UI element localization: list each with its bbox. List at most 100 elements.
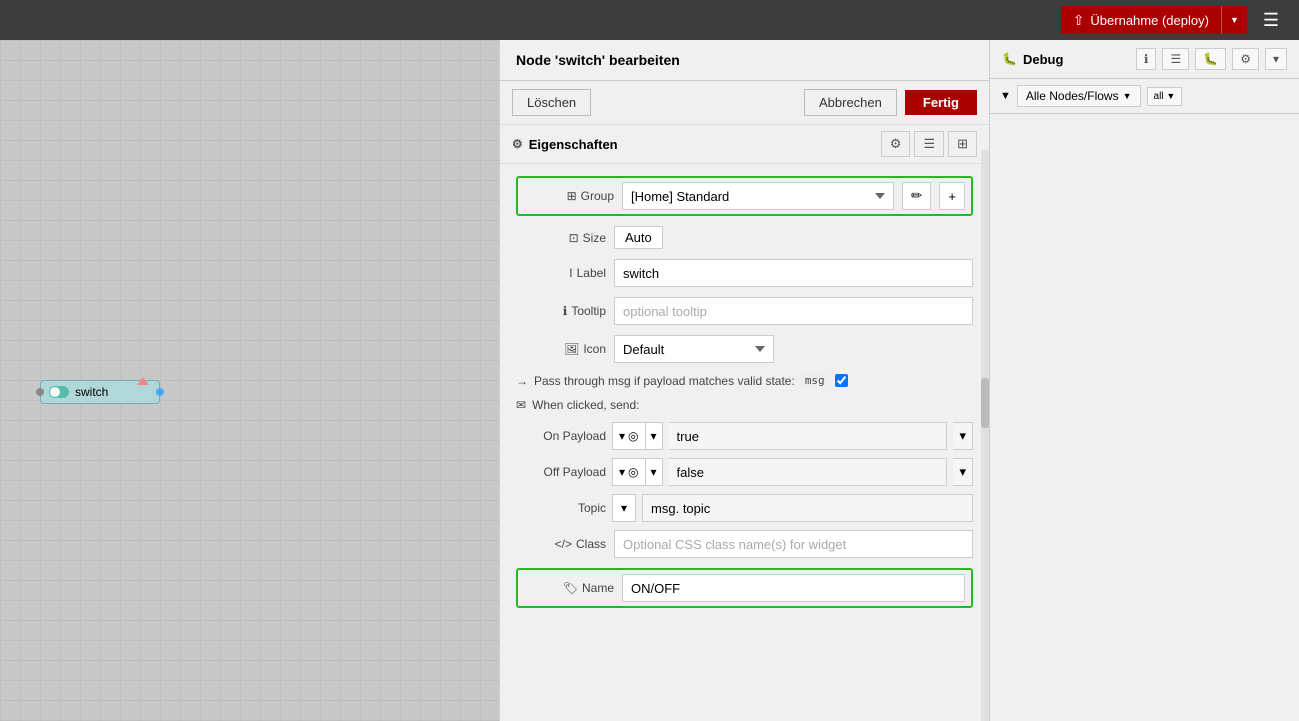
label-input[interactable] (614, 259, 973, 287)
table-icon: ⊞ (567, 189, 577, 203)
group-edit-button[interactable]: ✏ (902, 182, 931, 210)
size-auto-button[interactable]: Auto (614, 226, 663, 249)
group-row: ⊞ Group [Home] Standard ✏ + (516, 176, 973, 216)
label-field-label: I Label (516, 266, 606, 280)
off-payload-input[interactable] (669, 458, 948, 486)
class-input[interactable] (614, 530, 973, 558)
off-type-expand[interactable]: ▾ (645, 459, 662, 485)
deploy-label: Übernahme (deploy) (1090, 13, 1209, 28)
switch-node[interactable]: switch (40, 380, 160, 404)
debug-header: 🐛 Debug ℹ ☰ 🐛 ⚙ ▾ (990, 40, 1299, 79)
msg-code: msg (801, 373, 829, 388)
tooltip-label: ℹ Tooltip (516, 304, 606, 318)
node-input-dot (36, 388, 44, 396)
panel-toolbar: Löschen Abbrechen Fertig (500, 81, 989, 125)
scrollbar-thumb[interactable] (981, 378, 989, 428)
node-triangle-indicator (137, 377, 149, 385)
filter-chevron: ▼ (1123, 91, 1132, 101)
size-label: ⊡ Size (516, 231, 606, 245)
menu-icon[interactable]: ☰ (1255, 6, 1287, 35)
tab-eigenschaften[interactable]: ⚙ Eigenschaften (512, 137, 877, 152)
passthrough-checkbox[interactable] (835, 374, 848, 387)
off-type-circle: ◎ (628, 465, 638, 479)
tab-eigenschaften-label: Eigenschaften (529, 137, 618, 152)
off-payload-row: Off Payload ▾ ◎ ▾ ▾ (516, 458, 973, 486)
tab-action-gear[interactable]: ⚙ (881, 131, 911, 157)
on-payload-type-btn[interactable]: ▾ ◎ ▾ (612, 422, 663, 450)
topic-input[interactable] (642, 494, 973, 522)
topbar: ⇧ Übernahme (deploy) ▼ ☰ (0, 0, 1299, 40)
on-payload-expand[interactable]: ▾ (953, 422, 973, 450)
off-type-arrow: ▾ (619, 465, 625, 479)
scrollbar-track (981, 150, 989, 721)
off-payload-expand[interactable]: ▾ (953, 458, 973, 486)
tooltip-input[interactable] (614, 297, 973, 325)
filter-all-label: all (1154, 91, 1164, 102)
size-row: ⊡ Size Auto (516, 226, 973, 249)
loeschen-button[interactable]: Löschen (512, 89, 591, 116)
off-payload-type-btn[interactable]: ▾ ◎ ▾ (612, 458, 663, 486)
on-payload-row: On Payload ▾ ◎ ▾ ▾ (516, 422, 973, 450)
filter-all-btn[interactable]: all ▼ (1147, 87, 1183, 106)
on-payload-label: On Payload (516, 429, 606, 443)
class-row: </> Class (516, 530, 973, 558)
debug-list-btn[interactable]: ☰ (1162, 48, 1189, 70)
icon-select[interactable]: Default (614, 335, 774, 363)
icon-label: 🖼 Icon (516, 342, 606, 356)
topic-arrow: ▾ (621, 501, 627, 515)
debug-gear-btn[interactable]: ⚙ (1232, 48, 1259, 70)
node-label: switch (75, 385, 108, 399)
group-select[interactable]: [Home] Standard (622, 182, 894, 210)
debug-expand-btn[interactable]: ▾ (1265, 48, 1287, 70)
node-toggle-icon (49, 386, 69, 398)
abbrechen-button[interactable]: Abbrechen (804, 89, 897, 116)
fertig-button[interactable]: Fertig (905, 90, 977, 115)
node-output-dot (156, 388, 164, 396)
debug-bug-btn[interactable]: 🐛 (1195, 48, 1226, 70)
label-icon: I (569, 266, 572, 280)
envelope-icon: ✉ (516, 398, 526, 412)
panel-title: Node 'switch' bearbeiten (500, 40, 989, 81)
filter-nodes-flows-btn[interactable]: Alle Nodes/Flows ▼ (1017, 85, 1141, 107)
filter-icon: ▼ (1000, 90, 1011, 102)
on-type-circle: ◎ (628, 429, 638, 443)
label-row: I Label (516, 259, 973, 287)
topic-type-btn[interactable]: ▾ (612, 494, 636, 522)
gear-tab-icon: ⚙ (512, 137, 523, 151)
main-layout: switch Node 'switch' bearbeiten Löschen … (0, 40, 1299, 721)
debug-filter-bar: ▼ Alle Nodes/Flows ▼ all ▼ (990, 79, 1299, 114)
debug-panel: 🐛 Debug ℹ ☰ 🐛 ⚙ ▾ ▼ Alle Nodes/Flows ▼ a… (989, 40, 1299, 721)
debug-info-btn[interactable]: ℹ (1136, 48, 1157, 70)
on-type-arrow: ▾ (619, 429, 625, 443)
off-payload-label: Off Payload (516, 465, 606, 479)
group-label: ⊞ Group (524, 189, 614, 203)
info-icon: ℹ (563, 304, 568, 318)
filter-label: Alle Nodes/Flows (1026, 89, 1119, 103)
when-clicked-row: ✉ When clicked, send: (516, 398, 973, 412)
class-label: </> Class (516, 537, 606, 551)
name-input[interactable] (622, 574, 965, 602)
group-add-button[interactable]: + (939, 182, 965, 210)
topic-row: Topic ▾ (516, 494, 973, 522)
on-payload-input[interactable] (669, 422, 948, 450)
filter-all-chevron: ▼ (1166, 91, 1175, 101)
image-icon: 🖼 (564, 342, 579, 356)
panel-tabs: ⚙ Eigenschaften ⚙ ☰ ⊞ (500, 125, 989, 164)
chevron-down-icon: ▼ (1230, 15, 1239, 25)
canvas-area[interactable]: switch (0, 40, 499, 721)
tab-action-doc[interactable]: ☰ (914, 131, 944, 157)
tab-action-info[interactable]: ⊞ (948, 131, 977, 157)
deploy-button[interactable]: ⇧ Übernahme (deploy) ▼ (1061, 6, 1247, 34)
on-type-expand[interactable]: ▾ (645, 423, 662, 449)
passthrough-row: → Pass through msg if payload matches va… (516, 373, 973, 388)
arrow-right-icon: → (516, 374, 528, 388)
size-icon: ⊡ (569, 231, 579, 245)
name-field-label: 🏷 Name (524, 581, 614, 595)
tooltip-row: ℹ Tooltip (516, 297, 973, 325)
debug-title: Debug (1023, 52, 1130, 67)
topic-label: Topic (516, 501, 606, 515)
code-icon: </> (555, 537, 572, 551)
deploy-arrow-btn[interactable]: ▼ (1221, 6, 1247, 34)
edit-panel: Node 'switch' bearbeiten Löschen Abbrech… (499, 40, 989, 721)
panel-body: ⊞ Group [Home] Standard ✏ + ⊡ Size Auto (500, 164, 989, 721)
